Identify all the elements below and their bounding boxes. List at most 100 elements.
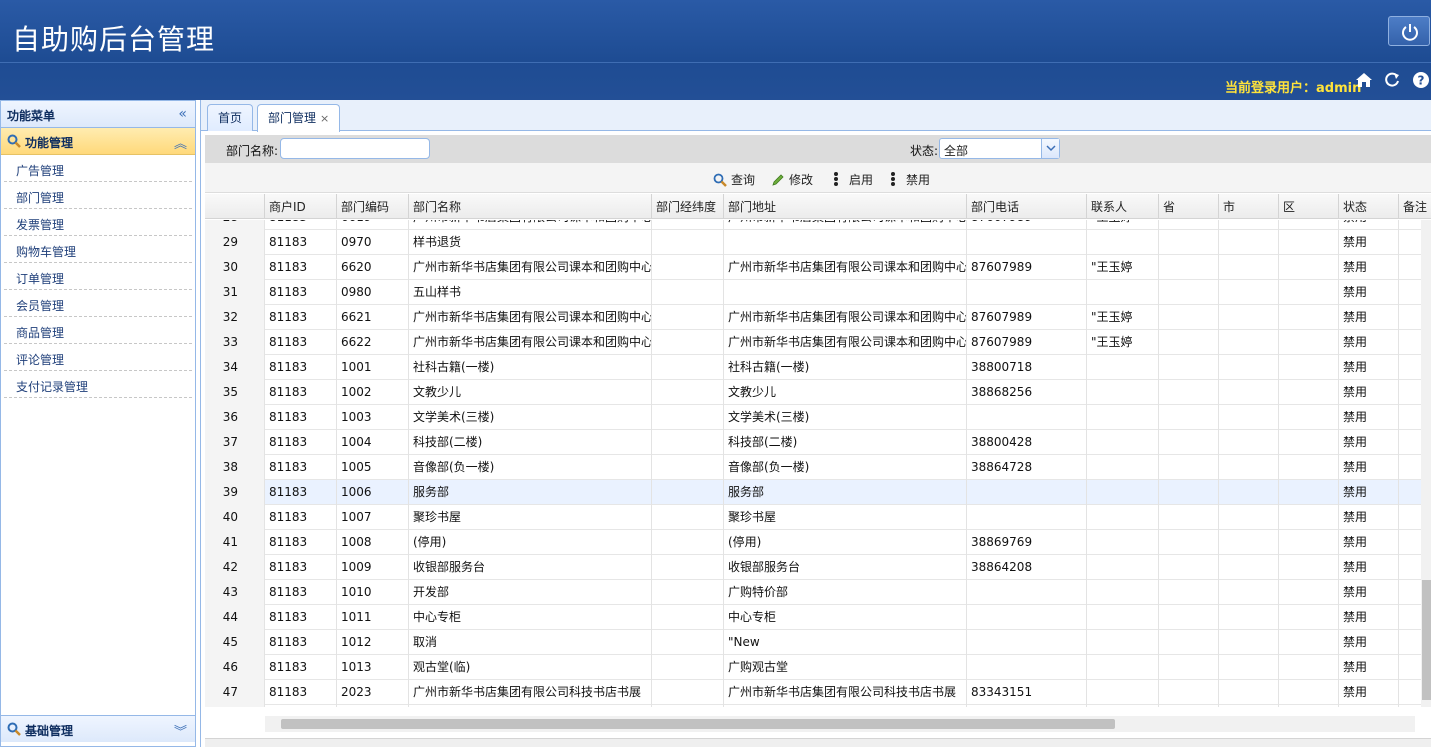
column-header-province[interactable]: 省 — [1159, 194, 1219, 219]
cell-city — [1219, 530, 1279, 555]
column-header-dept-code[interactable]: 部门编码 — [337, 194, 409, 219]
menu-item-payments[interactable]: 支付记录管理 — [4, 371, 192, 398]
menu-item-members[interactable]: 会员管理 — [4, 290, 192, 317]
table-row[interactable]: 38 81183 1005 音像部(负一楼) 音像部(负一楼) 38864728 禁用 — [205, 455, 1421, 480]
tab-departments[interactable]: 部门管理 × — [257, 104, 341, 132]
horizontal-scrollbar-thumb[interactable] — [281, 719, 1115, 729]
menu-item-departments[interactable]: 部门管理 — [4, 182, 192, 209]
table-row[interactable]: 35 81183 1002 文教少儿 文教少儿 38868256 禁用 — [205, 380, 1421, 405]
cell-province — [1159, 280, 1219, 305]
table-row[interactable]: 40 81183 1007 聚珍书屋 聚珍书屋 禁用 — [205, 505, 1421, 530]
cell-dept-phone — [967, 705, 1087, 707]
cell-row-number: 30 — [205, 255, 265, 280]
column-header-dept-phone[interactable]: 部门电话 — [967, 194, 1087, 219]
vertical-scrollbar[interactable] — [1421, 220, 1431, 707]
cell-city — [1219, 430, 1279, 455]
help-icon[interactable]: ? — [1412, 71, 1430, 89]
table-row[interactable]: 29 81183 0970 样书退货 禁用 — [205, 230, 1421, 255]
cell-status: 禁用 — [1339, 280, 1399, 305]
cell-row-number: 32 — [205, 305, 265, 330]
cell-status: 禁用 — [1339, 505, 1399, 530]
cell-province — [1159, 305, 1219, 330]
table-row[interactable]: 46 81183 1013 观古堂(临) 广购观古堂 禁用 — [205, 655, 1421, 680]
cell-row-number: 35 — [205, 380, 265, 405]
dept-name-input[interactable] — [280, 138, 430, 159]
cell-province — [1159, 355, 1219, 380]
cell-remark — [1399, 405, 1421, 430]
cell-merchant-id: 81183 — [265, 580, 337, 605]
table-row[interactable]: 45 81183 1012 取消 "New 禁用 — [205, 630, 1421, 655]
enable-button[interactable]: 启用 — [833, 171, 873, 188]
table-row[interactable]: 44 81183 1011 中心专柜 中心专柜 禁用 — [205, 605, 1421, 630]
table-row[interactable]: 37 81183 1004 科技部(二楼) 科技部(二楼) 38800428 禁用 — [205, 430, 1421, 455]
query-button[interactable]: 查询 — [713, 171, 755, 188]
cell-contact: "王玉婷 — [1087, 255, 1159, 280]
cell-remark — [1399, 630, 1421, 655]
grid-body[interactable]: 28811836619广州市新华书店集团有限公司课本和团购中心广州市新华书店集团… — [205, 220, 1421, 707]
column-header-remark[interactable]: 备注 — [1399, 194, 1431, 219]
cell-row-number: 45 — [205, 630, 265, 655]
cell-dept-phone — [967, 655, 1087, 680]
menu-item-reviews[interactable]: 评论管理 — [4, 344, 192, 371]
table-row[interactable]: 31 81183 0980 五山样书 禁用 — [205, 280, 1421, 305]
column-header-city[interactable]: 市 — [1219, 194, 1279, 219]
home-icon[interactable] — [1355, 71, 1373, 89]
table-row[interactable]: 43 81183 1010 开发部 广购特价部 禁用 — [205, 580, 1421, 605]
query-label: 查询 — [731, 173, 756, 187]
cell-province — [1159, 605, 1219, 630]
menu-item-orders[interactable]: 订单管理 — [4, 263, 192, 290]
disable-button[interactable]: 禁用 — [890, 171, 930, 188]
collapse-sidebar-icon[interactable]: « — [178, 107, 187, 121]
column-header-row-number[interactable] — [205, 194, 265, 219]
menu-item-invoices[interactable]: 发票管理 — [4, 209, 192, 236]
logout-power-button[interactable] — [1388, 16, 1430, 46]
table-row[interactable]: 34 81183 1001 社科古籍(一楼) 社科古籍(一楼) 38800718 禁用 — [205, 355, 1421, 380]
table-row[interactable]: 41 81183 1008 (停用) (停用) 38869769 禁用 — [205, 530, 1421, 555]
accordion-function-management[interactable]: 功能管理 ︽ — [1, 128, 195, 155]
column-header-dept-coords[interactable]: 部门经纬度 — [652, 194, 724, 219]
refresh-icon[interactable] — [1383, 71, 1401, 89]
table-row[interactable]: 30 81183 6620 广州市新华书店集团有限公司课本和团购中心 广州市新华书店集团… — [205, 255, 1421, 280]
menu-item-cart[interactable]: 购物车管理 — [4, 236, 192, 263]
chevron-up-icon[interactable]: ︽ — [174, 133, 187, 152]
menu-item-products[interactable]: 商品管理 — [4, 317, 192, 344]
cell-province — [1159, 505, 1219, 530]
vertical-scrollbar-thumb[interactable] — [1422, 580, 1431, 700]
table-row[interactable]: 47 81183 2023 广州市新华书店集团有限公司科技书店书展 广州市新华书店集团有… — [205, 680, 1421, 705]
tab-label: 部门管理 — [268, 111, 317, 125]
tab-home[interactable]: 首页 — [207, 104, 254, 131]
table-row[interactable]: 36 81183 1003 文学美术(三楼) 文学美术(三楼) 禁用 — [205, 405, 1421, 430]
chevron-down-icon[interactable] — [1041, 139, 1059, 158]
cell-remark — [1399, 355, 1421, 380]
column-header-contact[interactable]: 联系人 — [1087, 194, 1159, 219]
column-header-dept-name[interactable]: 部门名称 — [409, 194, 652, 219]
accordion-basic-management[interactable]: 基础管理 ︾ — [1, 715, 195, 742]
cell-district — [1279, 305, 1339, 330]
table-row[interactable]: 48 — [205, 705, 1421, 707]
cell-contact — [1087, 455, 1159, 480]
modify-button[interactable]: 修改 — [771, 171, 813, 188]
cell-city — [1219, 255, 1279, 280]
cell-merchant-id: 81183 — [265, 555, 337, 580]
table-row[interactable]: 32 81183 6621 广州市新华书店集团有限公司课本和团购中心 广州市新华书店集团… — [205, 305, 1421, 330]
cell-status: 禁用 — [1339, 605, 1399, 630]
column-header-dept-address[interactable]: 部门地址 — [724, 194, 967, 219]
status-select[interactable]: 全部 — [939, 138, 1060, 159]
table-row[interactable]: 42 81183 1009 收银部服务台 收银部服务台 38864208 禁用 — [205, 555, 1421, 580]
horizontal-scrollbar[interactable] — [265, 716, 1415, 732]
cell-remark — [1399, 455, 1421, 480]
table-row[interactable]: 28811836619广州市新华书店集团有限公司课本和团购中心广州市新华书店集团… — [205, 220, 1421, 230]
chevron-down-icon[interactable]: ︾ — [174, 721, 187, 740]
cell-status: 禁用 — [1339, 330, 1399, 355]
close-icon[interactable]: × — [320, 112, 329, 125]
cell-status: 禁用 — [1339, 355, 1399, 380]
cell-remark — [1399, 255, 1421, 280]
menu-item-ads[interactable]: 广告管理 — [4, 155, 192, 182]
table-row[interactable]: 33 81183 6622 广州市新华书店集团有限公司课本和团购中心 广州市新华书店集团… — [205, 330, 1421, 355]
column-header-merchant-id[interactable]: 商户ID — [265, 194, 337, 219]
table-row[interactable]: 39 81183 1006 服务部 服务部 禁用 — [205, 480, 1421, 505]
cell-dept-coords — [652, 480, 724, 505]
cell-district — [1279, 330, 1339, 355]
column-header-district[interactable]: 区 — [1279, 194, 1339, 219]
column-header-status[interactable]: 状态 — [1339, 194, 1399, 219]
